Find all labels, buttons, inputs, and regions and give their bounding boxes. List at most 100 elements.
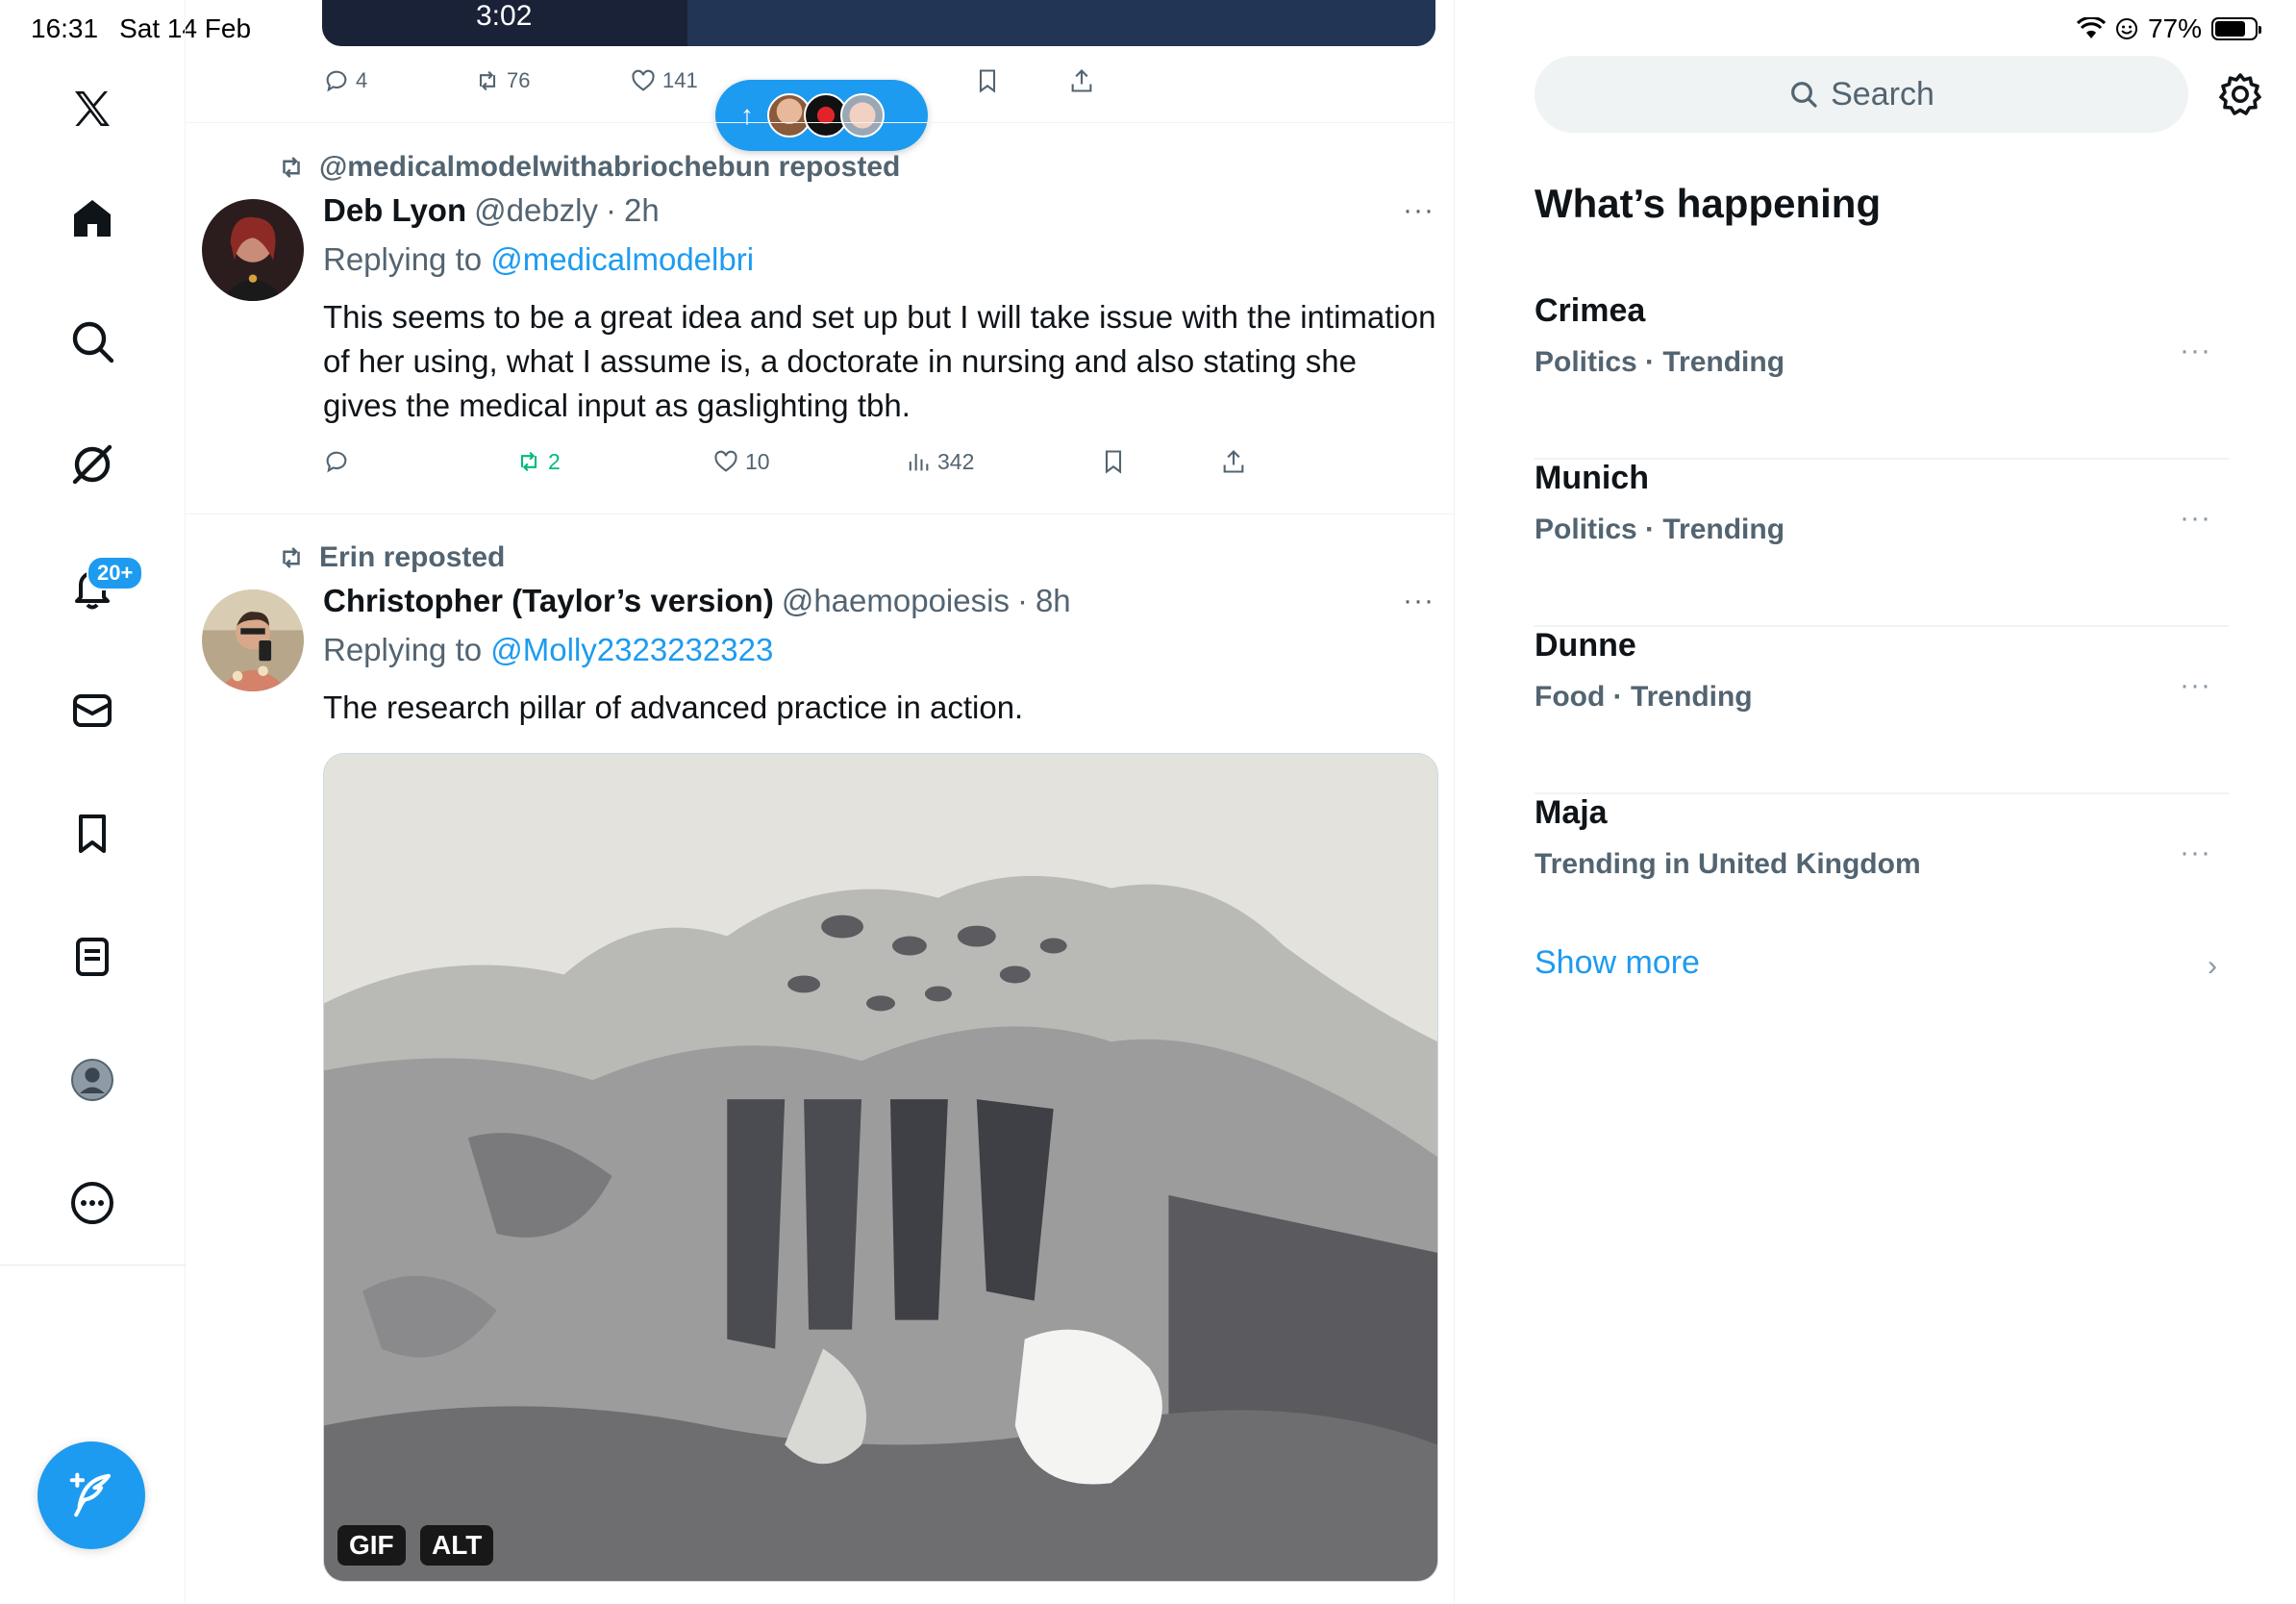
post-more-icon[interactable]: ···	[1403, 585, 1435, 617]
search-icon[interactable]	[61, 310, 124, 373]
repost-icon	[479, 70, 496, 91]
user-handle[interactable]: @haemopoiesis	[782, 583, 1010, 619]
lists-icon[interactable]	[61, 925, 124, 989]
notification-badge: 20+	[87, 556, 144, 590]
trend-more-icon[interactable]: ···	[2180, 669, 2211, 702]
views-count: 342	[937, 448, 975, 474]
share-button[interactable]	[1068, 67, 1095, 94]
views-button[interactable]: 342	[905, 448, 974, 475]
more-icon[interactable]	[61, 1171, 124, 1235]
trend-meta: Trending in United Kingdom	[1535, 848, 1921, 880]
repost-button[interactable]: 2	[515, 448, 561, 475]
trend-item[interactable]: Munich Politics · Trending ···	[1535, 460, 2229, 627]
replying-to-label: Replying to	[323, 632, 491, 667]
post-time[interactable]: 8h	[1036, 583, 1071, 619]
compose-icon	[69, 1472, 112, 1517]
heart-icon	[632, 69, 655, 91]
timeline-feed: 3:02 4 76 141 ↑ @medicalmodelwithabrioch…	[186, 0, 1455, 1604]
bookmark-icon	[1105, 450, 1122, 474]
post-time[interactable]: 2h	[624, 192, 660, 229]
post-header: Christopher (Taylor’s version) @haemopoi…	[323, 583, 1071, 619]
reply-count: 4	[356, 68, 368, 92]
wifi-icon	[2076, 17, 2106, 38]
repost-indicator: @medicalmodelwithabriochebun reposted	[277, 151, 900, 184]
trend-topic: Crimea	[1535, 292, 1646, 329]
trend-topic: Dunne	[1535, 627, 1636, 664]
post-header: Deb Lyon @debzly · 2h	[323, 192, 660, 229]
whats-happening-title: What’s happening	[1535, 181, 1882, 226]
like-count: 141	[662, 68, 698, 92]
share-button[interactable]	[1220, 448, 1247, 475]
status-bar-right: 77%	[2076, 13, 2261, 44]
mention-link[interactable]: @Molly2323232323	[490, 632, 773, 667]
post-more-icon[interactable]: ···	[1403, 194, 1435, 227]
trend-more-icon[interactable]: ···	[2180, 502, 2211, 535]
user-handle[interactable]: @debzly	[474, 192, 598, 229]
display-name[interactable]: Deb Lyon	[323, 192, 466, 229]
alt-badge[interactable]: ALT	[420, 1525, 494, 1566]
post-text: This seems to be a great idea and set up…	[323, 299, 1436, 423]
home-icon[interactable]	[61, 187, 124, 250]
repost-icon	[283, 547, 300, 568]
repost-icon	[520, 451, 537, 472]
heart-icon	[714, 450, 737, 472]
share-icon	[1071, 69, 1092, 92]
arrow-up-icon: ↑	[740, 100, 754, 130]
battery-icon	[2211, 17, 2261, 40]
reply-button[interactable]: 4	[323, 67, 367, 94]
repost-icon	[283, 157, 300, 178]
chevron-right-icon[interactable]: ›	[2208, 950, 2217, 983]
repost-button[interactable]: 76	[474, 67, 530, 94]
like-count: 10	[745, 448, 770, 474]
trend-more-icon[interactable]: ···	[2180, 335, 2211, 367]
avatar[interactable]	[202, 199, 304, 301]
trend-more-icon[interactable]: ···	[2180, 837, 2211, 869]
like-button[interactable]: 10	[712, 448, 770, 475]
repost-count: 2	[548, 448, 561, 474]
grok-icon[interactable]	[61, 433, 124, 496]
trend-item[interactable]: Dunne Food · Trending ···	[1535, 627, 2229, 794]
dot-separator: ·	[1016, 583, 1028, 618]
trend-item[interactable]: Maja Trending in United Kingdom ···	[1535, 794, 2229, 962]
replying-to-label: Replying to	[323, 241, 491, 277]
x-logo-icon[interactable]	[61, 77, 124, 140]
mention-link[interactable]: @medicalmodelbri	[490, 241, 754, 277]
reply-icon	[326, 70, 347, 92]
trend-item[interactable]: Crimea Politics · Trending ···	[1535, 292, 2229, 460]
face-id-icon	[2115, 18, 2137, 39]
messages-icon[interactable]	[61, 679, 124, 742]
repost-by: Erin reposted	[319, 541, 506, 573]
video-duration: 3:02	[476, 0, 533, 32]
repost-indicator: Erin reposted	[277, 541, 505, 574]
replying-to: Replying to @Molly2323232323	[323, 632, 773, 668]
search-icon	[1791, 82, 1817, 108]
bookmark-button[interactable]	[1100, 448, 1127, 475]
repost-by: @medicalmodelwithabriochebun reposted	[319, 151, 901, 183]
bookmark-button[interactable]	[974, 67, 1001, 94]
search-input[interactable]: Search	[1535, 56, 2188, 133]
trend-topic: Maja	[1535, 794, 1608, 831]
side-navigation: 20+	[0, 0, 186, 1604]
reply-button[interactable]	[323, 448, 350, 475]
search-placeholder: Search	[1831, 75, 1934, 113]
video-thumbnail[interactable]: 3:02	[322, 0, 1435, 46]
views-icon	[909, 453, 929, 471]
replying-to: Replying to @medicalmodelbri	[323, 241, 754, 278]
bookmark-icon	[979, 69, 996, 93]
bookmarks-icon[interactable]	[61, 802, 124, 865]
compose-button[interactable]	[37, 1441, 145, 1549]
dot-separator: ·	[606, 192, 617, 228]
gif-badge: GIF	[337, 1525, 406, 1566]
display-name[interactable]: Christopher (Taylor’s version)	[323, 583, 774, 619]
post-gif[interactable]: GIF ALT	[323, 753, 1438, 1582]
show-more-link[interactable]: Show more	[1535, 944, 1700, 982]
like-button[interactable]: 141	[630, 67, 698, 94]
nav-divider	[0, 1265, 186, 1266]
post-separator	[186, 122, 1454, 123]
avatar[interactable]	[202, 589, 304, 691]
avatar	[840, 93, 885, 138]
profile-icon[interactable]	[61, 1048, 124, 1112]
post-text: The research pillar of advanced practice…	[323, 689, 1024, 725]
new-posts-pill[interactable]: ↑	[715, 80, 928, 151]
gear-icon[interactable]	[2217, 71, 2263, 117]
